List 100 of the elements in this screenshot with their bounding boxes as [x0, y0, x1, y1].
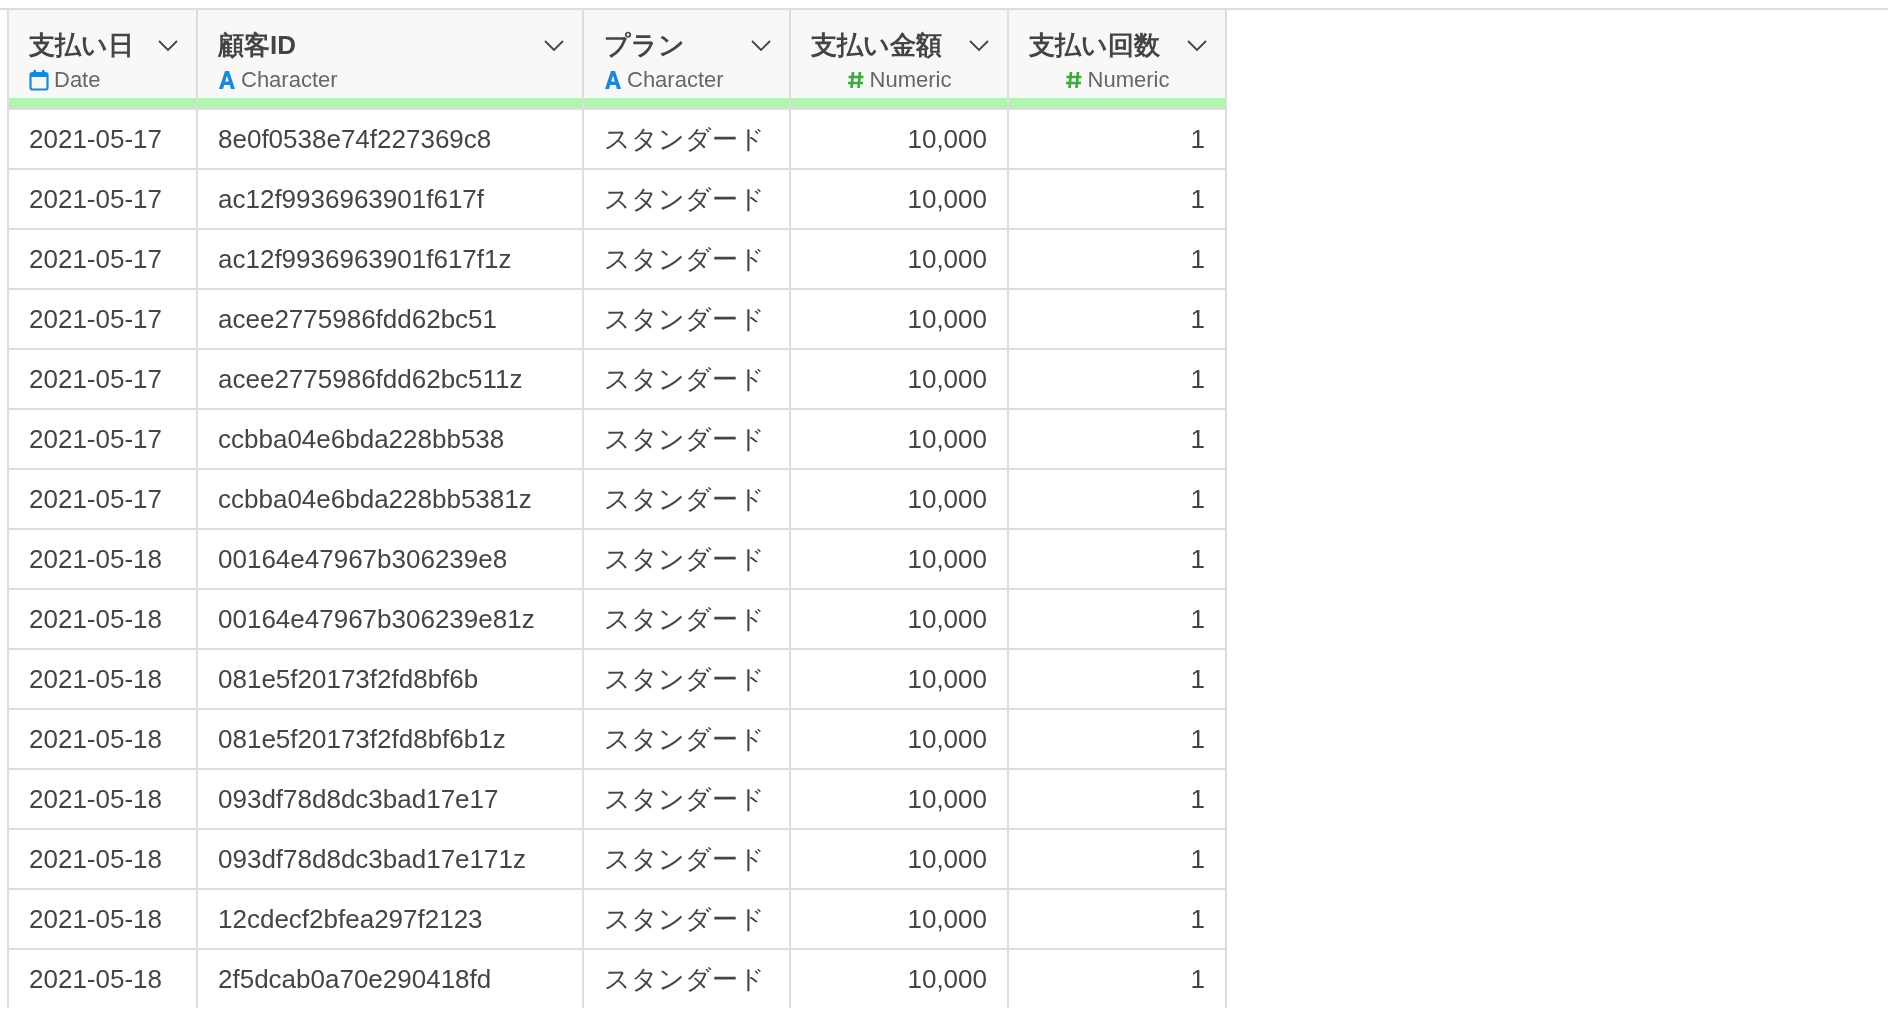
- table-cell: 2021-05-17: [9, 228, 198, 288]
- table-cell: 2021-05-17: [9, 408, 198, 468]
- table-cell: 1: [1009, 108, 1227, 168]
- table-cell: acee2775986fdd62bc51: [198, 288, 584, 348]
- table-cell: 2021-05-17: [9, 288, 198, 348]
- table-cell: 1: [1009, 228, 1227, 288]
- caret-icon[interactable]: [158, 39, 178, 52]
- column-title: 支払い日: [29, 29, 134, 62]
- column-header[interactable]: 支払い日 Date: [9, 10, 198, 108]
- column-title: 顧客ID: [218, 29, 296, 62]
- table-cell: スタンダード: [584, 348, 791, 408]
- caret-icon[interactable]: [544, 39, 564, 52]
- table-cell: 1: [1009, 768, 1227, 828]
- table-cell: 2021-05-17: [9, 468, 198, 528]
- table-cell: 2021-05-17: [9, 348, 198, 408]
- table-cell: 1: [1009, 828, 1227, 888]
- table-cell: 2021-05-18: [9, 648, 198, 708]
- column-header[interactable]: 支払い回数 Numeric: [1009, 10, 1227, 108]
- table-cell: 2021-05-18: [9, 768, 198, 828]
- table-cell: ccbba04e6bda228bb538: [198, 408, 584, 468]
- table-cell: 10,000: [791, 408, 1009, 468]
- column-title: プラン: [604, 29, 685, 62]
- letter-a-icon: [218, 70, 236, 90]
- table-cell: 2021-05-18: [9, 828, 198, 888]
- table-cell: 1: [1009, 168, 1227, 228]
- table-cell: acee2775986fdd62bc511z: [198, 348, 584, 408]
- table-cell: 00164e47967b306239e81z: [198, 588, 584, 648]
- table-cell: 10,000: [791, 348, 1009, 408]
- caret-icon[interactable]: [969, 39, 989, 52]
- table-cell: 2021-05-18: [9, 708, 198, 768]
- table-cell: 2021-05-18: [9, 888, 198, 948]
- table-cell: 1: [1009, 948, 1227, 1008]
- table-cell: 10,000: [791, 828, 1009, 888]
- table-cell: 12cdecf2bfea297f2123: [198, 888, 584, 948]
- table-cell: 1: [1009, 528, 1227, 588]
- table-cell: 10,000: [791, 228, 1009, 288]
- table-cell: 2021-05-18: [9, 948, 198, 1008]
- table-cell: 2021-05-18: [9, 528, 198, 588]
- table-cell: 10,000: [791, 948, 1009, 1008]
- table-cell: スタンダード: [584, 888, 791, 948]
- table-cell: ac12f9936963901f617f1z: [198, 228, 584, 288]
- table-cell: 2021-05-18: [9, 588, 198, 648]
- table-cell: スタンダード: [584, 528, 791, 588]
- column-type: Numeric: [1087, 67, 1170, 93]
- caret-icon[interactable]: [1187, 39, 1207, 52]
- table-cell: ac12f9936963901f617f: [198, 168, 584, 228]
- caret-icon[interactable]: [751, 39, 771, 52]
- hash-icon: [846, 70, 865, 90]
- column-type: Character: [627, 67, 724, 93]
- table-cell: 093df78d8dc3bad17e171z: [198, 828, 584, 888]
- table-cell: 1: [1009, 588, 1227, 648]
- table-cell: 2f5dcab0a70e290418fd: [198, 948, 584, 1008]
- table-cell: 093df78d8dc3bad17e17: [198, 768, 584, 828]
- table-cell: 10,000: [791, 168, 1009, 228]
- letter-a-icon: [604, 70, 622, 90]
- table-cell: スタンダード: [584, 828, 791, 888]
- table-cell: 2021-05-17: [9, 168, 198, 228]
- table-cell: 1: [1009, 408, 1227, 468]
- table-cell: 10,000: [791, 888, 1009, 948]
- table-cell: スタンダード: [584, 288, 791, 348]
- table-cell: 2021-05-17: [9, 108, 198, 168]
- column-title: 支払い金額: [811, 29, 942, 62]
- table-cell: 10,000: [791, 288, 1009, 348]
- column-header[interactable]: 支払い金額 Numeric: [791, 10, 1009, 108]
- table-cell: スタンダード: [584, 228, 791, 288]
- table-cell: スタンダード: [584, 168, 791, 228]
- table-cell: 10,000: [791, 528, 1009, 588]
- column-type: Date: [54, 67, 101, 93]
- table-cell: 10,000: [791, 468, 1009, 528]
- table-cell: スタンダード: [584, 708, 791, 768]
- column-title: 支払い回数: [1029, 29, 1160, 62]
- table-cell: 1: [1009, 288, 1227, 348]
- table-cell: スタンダード: [584, 588, 791, 648]
- table-cell: 081e5f20173f2fd8bf6b1z: [198, 708, 584, 768]
- table-cell: スタンダード: [584, 948, 791, 1008]
- table-cell: 1: [1009, 888, 1227, 948]
- table-cell: 1: [1009, 468, 1227, 528]
- table-cell: 10,000: [791, 708, 1009, 768]
- table-cell: 1: [1009, 708, 1227, 768]
- table-cell: 10,000: [791, 588, 1009, 648]
- table-cell: 00164e47967b306239e8: [198, 528, 584, 588]
- table-cell: 10,000: [791, 768, 1009, 828]
- table-cell: スタンダード: [584, 108, 791, 168]
- column-type: Numeric: [869, 67, 952, 93]
- table-cell: ccbba04e6bda228bb5381z: [198, 468, 584, 528]
- table-cell: 8e0f0538e74f227369c8: [198, 108, 584, 168]
- table-cell: スタンダード: [584, 648, 791, 708]
- column-type: Character: [241, 67, 338, 93]
- table-cell: スタンダード: [584, 768, 791, 828]
- column-header[interactable]: プラン Character: [584, 10, 791, 108]
- column-header[interactable]: 顧客ID Character: [198, 10, 584, 108]
- table-cell: 081e5f20173f2fd8bf6b: [198, 648, 584, 708]
- table-cell: スタンダード: [584, 408, 791, 468]
- table-cell: 10,000: [791, 648, 1009, 708]
- calendar-icon: [29, 69, 49, 91]
- hash-icon: [1064, 70, 1083, 90]
- table-cell: 10,000: [791, 108, 1009, 168]
- table-cell: 1: [1009, 348, 1227, 408]
- table-cell: 1: [1009, 648, 1227, 708]
- table-cell: スタンダード: [584, 468, 791, 528]
